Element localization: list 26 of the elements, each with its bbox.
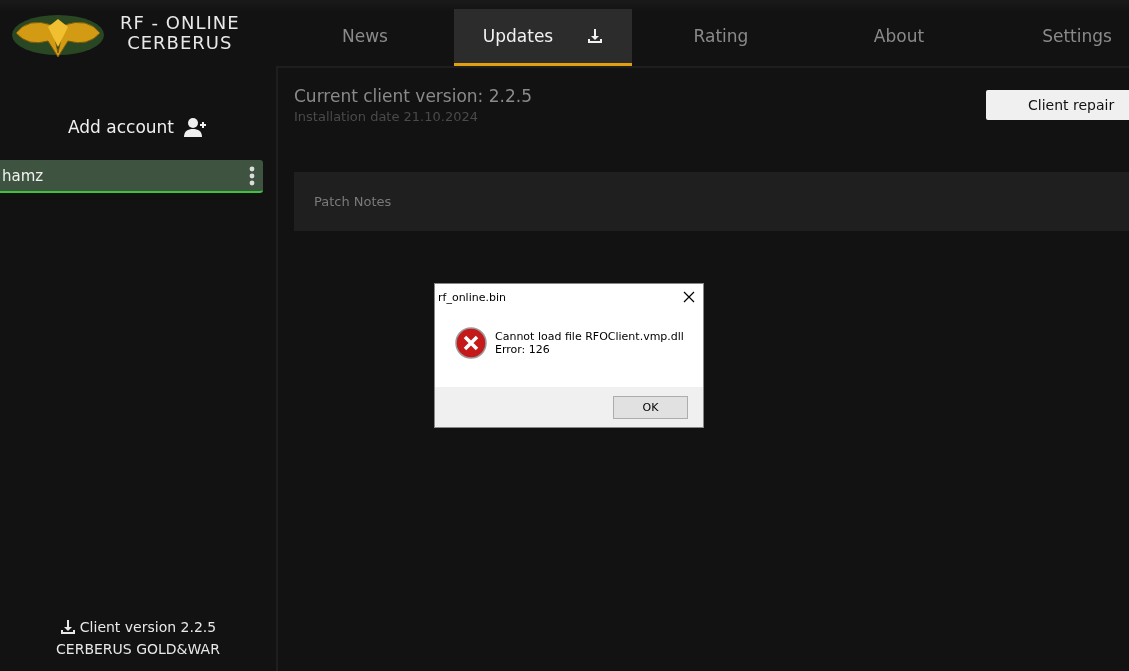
account-row[interactable]: hamz	[0, 160, 263, 193]
close-icon[interactable]	[683, 291, 695, 303]
nav-tab[interactable]: Settings	[988, 9, 1129, 66]
installation-date: Installation date 21.10.2024	[294, 109, 479, 124]
brand-subtitle: CERBERUS	[127, 33, 233, 53]
current-version-label: Current client version: 2.2.5	[294, 86, 532, 106]
server-name: CERBERUS GOLD&WAR	[56, 641, 220, 657]
download-icon	[59, 619, 76, 635]
brand-title: RF - ONLINE	[120, 13, 240, 33]
patch-notes-panel: Patch Notes	[294, 172, 1129, 231]
client-repair-button[interactable]: Client repair	[986, 90, 1129, 120]
error-message: Cannot load file RFOClient.vmp.dll	[495, 329, 684, 343]
download-icon	[587, 28, 604, 44]
account-name: hamz	[2, 166, 44, 185]
add-user-icon	[184, 117, 208, 137]
client-version-label: Client version 2.2.5	[79, 619, 217, 635]
nav-tab[interactable]: Updates	[454, 9, 632, 66]
more-options-icon[interactable]	[249, 165, 255, 186]
ok-button[interactable]: OK	[613, 395, 688, 419]
add-account-button[interactable]: Add account	[61, 116, 214, 138]
dialog-title: rf_online.bin	[438, 290, 506, 304]
nav-tab[interactable]: About	[810, 9, 988, 66]
error-code: Error: 126	[495, 342, 551, 356]
nav-tab[interactable]: News	[276, 9, 454, 66]
nav-tab[interactable]: Rating	[632, 9, 810, 66]
error-icon	[455, 326, 487, 359]
